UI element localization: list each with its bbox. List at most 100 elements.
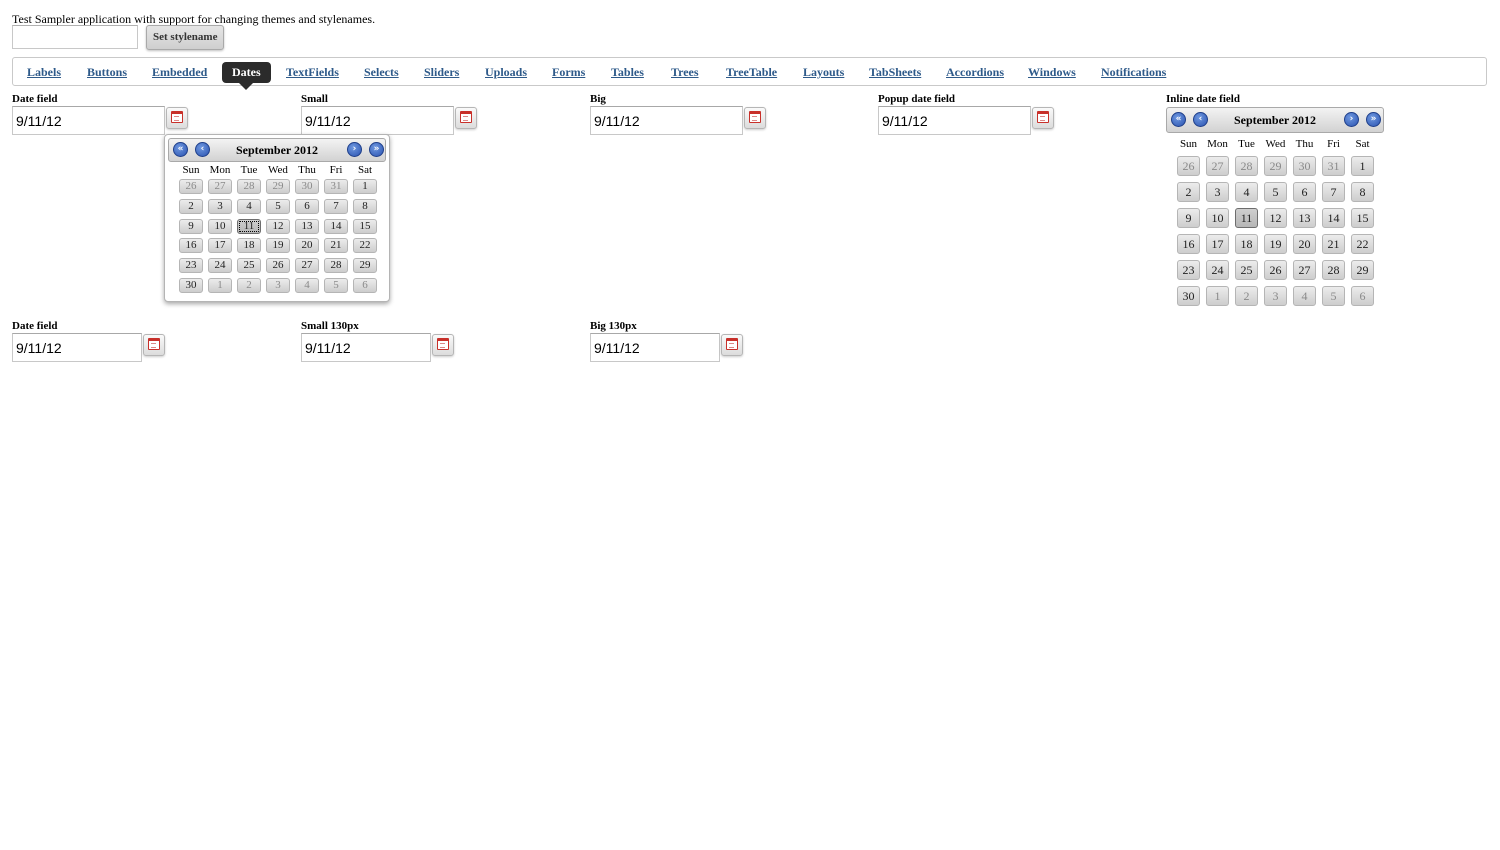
calendar-day[interactable]: 6 [295,198,319,214]
calendar-day[interactable]: 13 [295,218,319,234]
menu-item-selects[interactable]: Selects [364,65,399,80]
calendar-day[interactable]: 12 [266,218,290,234]
menu-item-labels[interactable]: Labels [27,65,61,80]
menu-item-dates[interactable]: Dates [222,62,271,90]
calendar-day[interactable]: 8 [1351,182,1374,202]
menu-item-tables[interactable]: Tables [611,65,644,80]
calendar-day[interactable]: 7 [324,198,348,214]
calendar-day[interactable]: 6 [1351,286,1374,306]
calendar-day[interactable]: 22 [353,238,377,254]
big-date-input[interactable] [590,106,743,135]
calendar-day[interactable]: 30 [295,179,319,194]
menu-item-accordions[interactable]: Accordions [946,65,1004,80]
calendar-day[interactable]: 29 [1264,156,1287,176]
calendar-day[interactable]: 3 [208,198,232,214]
small-130-date-input[interactable] [301,333,431,362]
big-calendar-button[interactable] [744,107,766,129]
calendar-day[interactable]: 6 [353,278,377,293]
calendar-day[interactable]: 27 [1206,156,1229,176]
calendar-day[interactable]: 27 [1293,260,1316,280]
calendar-day[interactable]: 29 [353,258,377,274]
calendar-day[interactable]: 18 [237,238,261,254]
calendar-day[interactable]: 25 [1235,260,1258,280]
calendar-day[interactable]: 2 [179,198,203,214]
menu-item-windows[interactable]: Windows [1028,65,1076,80]
calendar-day[interactable]: 26 [179,179,203,194]
popup-date-field-input[interactable] [878,106,1031,135]
calendar-day[interactable]: 26 [1177,156,1200,176]
menu-item-layouts[interactable]: Layouts [803,65,844,80]
calendar-day[interactable]: 2 [1177,182,1200,202]
calendar-day[interactable]: 1 [353,179,377,194]
next-year-icon[interactable]: » [1366,112,1381,127]
calendar-day[interactable]: 28 [1322,260,1345,280]
calendar-day[interactable]: 18 [1235,234,1258,254]
menu-item-sliders[interactable]: Sliders [424,65,459,80]
calendar-day[interactable]: 30 [179,278,203,293]
calendar-day[interactable]: 1 [1351,156,1374,176]
calendar-day[interactable]: 26 [266,258,290,274]
calendar-day[interactable]: 4 [237,198,261,214]
small-calendar-button[interactable] [455,107,477,129]
menu-item-trees[interactable]: Trees [671,65,699,80]
calendar-day[interactable]: 23 [1177,260,1200,280]
date-field-calendar-button[interactable] [166,107,188,129]
date-field-2-input[interactable] [12,333,142,362]
calendar-day[interactable]: 9 [1177,208,1200,228]
date-field-input[interactable] [12,106,165,135]
calendar-day[interactable]: 28 [237,179,261,194]
calendar-day[interactable]: 7 [1322,182,1345,202]
calendar-day[interactable]: 12 [1264,208,1287,228]
calendar-day[interactable]: 9 [179,218,203,234]
calendar-day[interactable]: 13 [1293,208,1316,228]
calendar-day[interactable]: 5 [1322,286,1345,306]
menu-item-notifications[interactable]: Notifications [1101,65,1166,80]
calendar-day[interactable]: 17 [208,238,232,254]
menu-item-buttons[interactable]: Buttons [87,65,127,80]
stylename-input[interactable] [12,25,138,49]
calendar-day[interactable]: 1 [208,278,232,293]
set-stylename-button[interactable]: Set stylename [146,25,225,50]
calendar-day[interactable]: 3 [266,278,290,293]
calendar-day[interactable]: 24 [1206,260,1229,280]
calendar-day[interactable]: 17 [1206,234,1229,254]
menu-item-uploads[interactable]: Uploads [485,65,527,80]
calendar-day[interactable]: 3 [1206,182,1229,202]
calendar-day[interactable]: 22 [1351,234,1374,254]
calendar-day[interactable]: 21 [1322,234,1345,254]
calendar-day[interactable]: 15 [353,218,377,234]
next-year-icon[interactable]: » [369,142,384,157]
calendar-day[interactable]: 29 [266,179,290,194]
calendar-day[interactable]: 8 [353,198,377,214]
calendar-day[interactable]: 2 [1235,286,1258,306]
date-field-2-calendar-button[interactable] [143,334,165,356]
calendar-day[interactable]: 6 [1293,182,1316,202]
calendar-day[interactable]: 5 [266,198,290,214]
next-month-icon[interactable]: › [347,142,362,157]
menu-item-textfields[interactable]: TextFields [286,65,339,80]
calendar-day[interactable]: 20 [1293,234,1316,254]
calendar-day[interactable]: 26 [1264,260,1287,280]
menu-item-treetable[interactable]: TreeTable [726,65,777,80]
calendar-day[interactable]: 3 [1264,286,1287,306]
calendar-day[interactable]: 28 [324,258,348,274]
calendar-day[interactable]: 24 [208,258,232,274]
calendar-day[interactable]: 25 [237,258,261,274]
calendar-day[interactable]: 4 [295,278,319,293]
calendar-day[interactable]: 5 [1264,182,1287,202]
menu-item-tabsheets[interactable]: TabSheets [869,65,921,80]
menu-item-embedded[interactable]: Embedded [152,65,207,80]
menu-item-forms[interactable]: Forms [552,65,585,80]
calendar-day[interactable]: 10 [208,218,232,234]
calendar-day[interactable]: 31 [324,179,348,194]
calendar-day[interactable]: 16 [179,238,203,254]
calendar-day[interactable]: 10 [1206,208,1229,228]
next-month-icon[interactable]: › [1344,112,1359,127]
calendar-day[interactable]: 27 [295,258,319,274]
calendar-day[interactable]: 1 [1206,286,1229,306]
calendar-day[interactable]: 21 [324,238,348,254]
calendar-day[interactable]: 16 [1177,234,1200,254]
calendar-day[interactable]: 30 [1293,156,1316,176]
calendar-day[interactable]: 5 [324,278,348,293]
calendar-day[interactable]: 28 [1235,156,1258,176]
